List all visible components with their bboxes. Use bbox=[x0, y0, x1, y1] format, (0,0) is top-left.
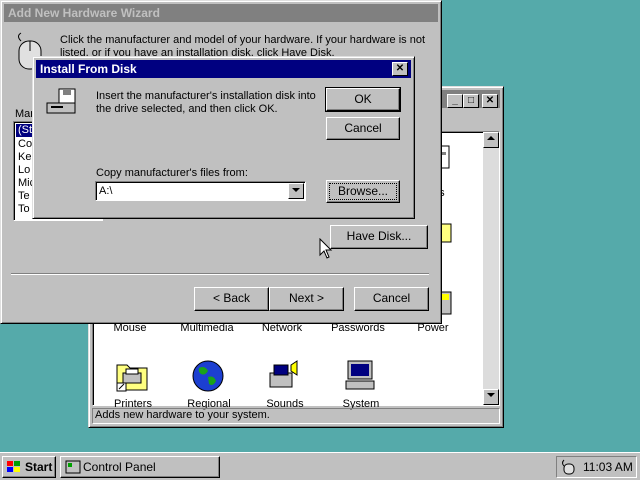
arrow-up-icon bbox=[487, 136, 495, 140]
install-cancel-button[interactable]: Cancel bbox=[326, 117, 400, 140]
system-icon[interactable] bbox=[343, 359, 377, 393]
ok-button[interactable]: OK bbox=[325, 87, 401, 112]
list-item[interactable]: Co bbox=[18, 138, 32, 150]
start-button[interactable]: Start bbox=[2, 456, 56, 478]
clock[interactable]: 11:03 AM bbox=[583, 460, 633, 474]
wizard-cancel-button[interactable]: Cancel bbox=[354, 287, 429, 311]
chevron-down-icon bbox=[292, 188, 300, 192]
path-combobox[interactable]: A:\ bbox=[95, 181, 306, 201]
dialog-close-button[interactable]: ✕ bbox=[392, 62, 408, 76]
next-button[interactable]: Next > bbox=[269, 287, 344, 311]
wizard-divider bbox=[11, 273, 429, 275]
hardware-tray-icon[interactable] bbox=[561, 459, 577, 475]
status-text: Adds new hardware to your system. bbox=[95, 409, 270, 421]
install-dialog-title: Install From Disk bbox=[40, 62, 137, 76]
task-control-panel[interactable]: Control Panel bbox=[60, 456, 220, 478]
list-item[interactable]: Lo bbox=[18, 164, 30, 176]
list-item[interactable]: To bbox=[18, 203, 30, 215]
system-tray: 11:03 AM bbox=[556, 456, 637, 478]
install-message-line2: the drive selected, and then click OK. bbox=[96, 103, 278, 115]
mouse-cursor-icon bbox=[319, 238, 333, 259]
vertical-scrollbar[interactable] bbox=[483, 132, 499, 405]
regional-settings-icon[interactable] bbox=[191, 359, 225, 393]
wizard-titlebar: Add New Hardware Wizard bbox=[4, 4, 438, 22]
control-panel-icon bbox=[65, 460, 81, 474]
copy-from-label: Copy manufacturer's files from: bbox=[96, 167, 248, 179]
close-button[interactable]: ✕ bbox=[482, 94, 498, 108]
status-bar: Adds new hardware to your system. bbox=[92, 408, 500, 424]
taskbar: Start Control Panel 11:03 AM bbox=[0, 452, 640, 480]
have-disk-button[interactable]: Have Disk... bbox=[330, 225, 428, 249]
browse-button[interactable]: Browse... bbox=[326, 180, 400, 203]
install-message-line1: Insert the manufacturer's installation d… bbox=[96, 90, 316, 102]
floppy-drive-icon bbox=[46, 88, 76, 114]
install-dialog-titlebar: Install From Disk bbox=[36, 60, 411, 78]
sounds-icon[interactable] bbox=[267, 359, 301, 393]
scroll-up-button[interactable] bbox=[483, 132, 499, 148]
printers-icon[interactable] bbox=[115, 359, 149, 393]
minimize-button[interactable]: _ bbox=[447, 94, 463, 108]
task-label: Control Panel bbox=[83, 460, 156, 474]
arrow-down-icon bbox=[487, 393, 495, 397]
back-button[interactable]: < Back bbox=[194, 287, 269, 311]
list-item[interactable]: Ke bbox=[18, 151, 31, 163]
wizard-title: Add New Hardware Wizard bbox=[8, 6, 160, 20]
windows-logo-icon bbox=[7, 461, 20, 472]
list-item[interactable]: Te bbox=[18, 190, 30, 202]
install-from-disk-dialog: Install From Disk ✕ Insert the manufactu… bbox=[32, 56, 415, 219]
scroll-down-button[interactable] bbox=[483, 389, 499, 405]
path-value[interactable]: A:\ bbox=[99, 185, 112, 197]
start-label: Start bbox=[25, 460, 53, 474]
wizard-intro-line1: Click the manufacturer and model of your… bbox=[60, 34, 426, 46]
maximize-button[interactable]: □ bbox=[463, 94, 479, 108]
dropdown-button[interactable] bbox=[288, 183, 304, 199]
